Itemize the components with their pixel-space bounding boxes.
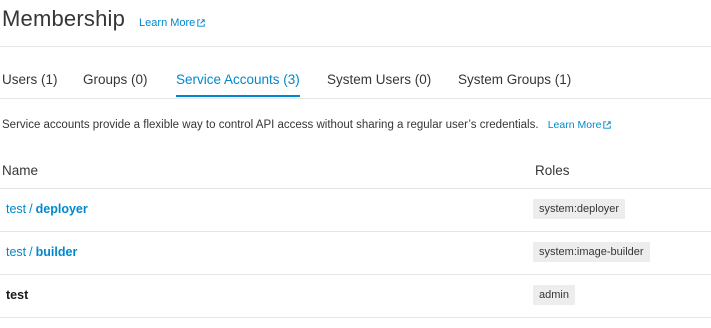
tab-system-groups[interactable]: System Groups (1) bbox=[458, 72, 571, 95]
tab-users[interactable]: Users (1) bbox=[2, 72, 58, 95]
table-row: test / deployer system:deployer bbox=[0, 189, 711, 232]
tab-service-accounts-label: Service Accounts (3) bbox=[176, 72, 300, 87]
tab-bar: Users (1) Groups (0) Service Accounts (3… bbox=[0, 60, 711, 99]
tab-system-users[interactable]: System Users (0) bbox=[327, 72, 431, 95]
name-separator: / bbox=[29, 245, 33, 259]
table-row: test admin bbox=[0, 275, 711, 318]
name-separator: / bbox=[29, 202, 33, 216]
account-name: test bbox=[6, 288, 29, 302]
service-account-link-deployer[interactable]: deployer bbox=[36, 202, 88, 216]
page-title: Membership bbox=[2, 6, 126, 31]
tab-users-label: Users (1) bbox=[2, 72, 58, 87]
column-header-name: Name bbox=[2, 163, 39, 178]
tab-system-users-label: System Users (0) bbox=[327, 72, 432, 87]
table-header: Name Roles bbox=[0, 152, 711, 189]
table-row: test / builder system:image-builder bbox=[0, 232, 711, 275]
service-accounts-table: Name Roles test / deployer system:deployer… bbox=[0, 152, 711, 318]
page-header: Membership Learn More bbox=[2, 6, 205, 34]
namespace-link[interactable]: test bbox=[6, 202, 26, 216]
learn-more-label: Learn More bbox=[139, 17, 196, 29]
account-name-cell: test / deployer bbox=[6, 202, 88, 216]
role-badge: system:deployer bbox=[533, 199, 626, 219]
external-link-icon bbox=[197, 19, 205, 27]
external-link-icon bbox=[603, 121, 612, 129]
tab-service-accounts[interactable]: Service Accounts (3) bbox=[176, 72, 300, 97]
description-text: Service accounts provide a flexible way … bbox=[2, 119, 539, 131]
role-badge: admin bbox=[533, 285, 575, 305]
learn-more-link[interactable]: Learn More bbox=[139, 17, 205, 29]
tab-system-groups-label: System Groups (1) bbox=[458, 72, 572, 87]
namespace-link[interactable]: test bbox=[6, 245, 26, 259]
role-badge: system:image-builder bbox=[533, 242, 650, 262]
tab-groups-label: Groups (0) bbox=[83, 72, 148, 87]
tab-groups[interactable]: Groups (0) bbox=[83, 72, 148, 95]
account-name-cell: test / builder bbox=[6, 245, 77, 259]
description-learn-more-link[interactable]: Learn More bbox=[548, 119, 612, 131]
header-divider bbox=[0, 46, 711, 47]
description-learn-more-label: Learn More bbox=[547, 119, 602, 131]
column-header-roles: Roles bbox=[535, 163, 570, 178]
service-account-link-builder[interactable]: builder bbox=[36, 245, 78, 259]
service-accounts-description: Service accounts provide a flexible way … bbox=[2, 119, 612, 131]
account-name-cell: test bbox=[6, 288, 28, 302]
